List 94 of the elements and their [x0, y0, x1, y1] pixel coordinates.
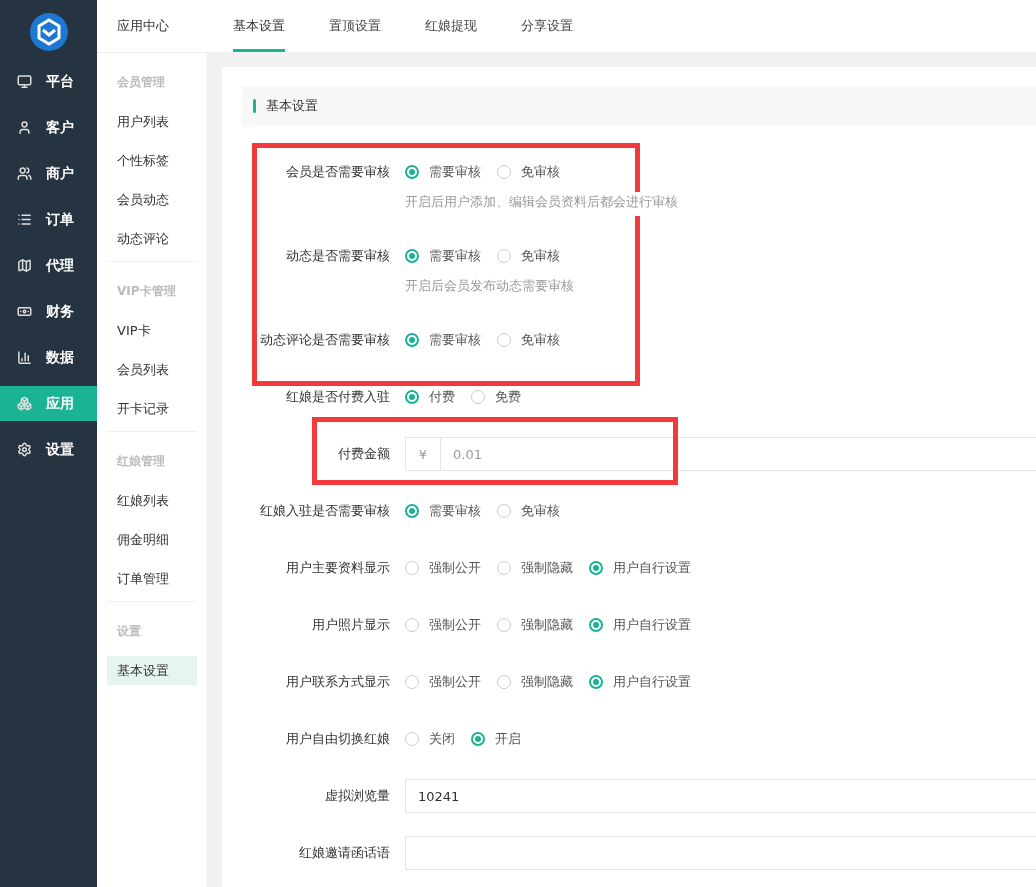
- section-heading: 会员管理: [116, 74, 166, 91]
- radio-option[interactable]: 强制公开: [405, 559, 481, 577]
- radio-circle[interactable]: [589, 675, 603, 689]
- subnav-item[interactable]: 个性标签: [107, 146, 197, 175]
- radio-option[interactable]: 强制隐藏: [497, 673, 573, 691]
- subnav-item[interactable]: 佣金明细: [107, 525, 197, 554]
- field-label: 红娘是否付费入驻: [285, 388, 391, 406]
- radio-circle[interactable]: [405, 333, 419, 347]
- logo-icon: [29, 13, 68, 51]
- subnav-item[interactable]: 开卡记录: [107, 394, 197, 423]
- sidebar-item[interactable]: 平台: [0, 64, 97, 99]
- radio-option[interactable]: 强制隐藏: [497, 559, 573, 577]
- radio-option[interactable]: 开启: [471, 730, 521, 748]
- field-label: 会员是否需要审核: [285, 163, 391, 181]
- list-icon: [17, 212, 32, 227]
- sidebar-item[interactable]: 客户: [0, 110, 97, 145]
- sidebar-label: 客户: [46, 118, 74, 137]
- sidebar-label: 商户: [46, 164, 74, 183]
- radio-option[interactable]: 免费: [471, 388, 521, 406]
- field-label: 用户主要资料显示: [285, 559, 391, 577]
- sidebar-label: 应用: [46, 394, 74, 413]
- sidebar-item[interactable]: 订单: [0, 202, 97, 237]
- subnav-item[interactable]: 红娘列表: [107, 486, 197, 515]
- text-field[interactable]: 0.01: [440, 437, 1036, 471]
- subnav-item[interactable]: 会员动态: [107, 185, 197, 214]
- monitor-icon: [17, 74, 32, 89]
- subnav-item[interactable]: VIP卡: [107, 316, 197, 345]
- sidebar-item[interactable]: 商户: [0, 156, 97, 191]
- settings-icon: [17, 442, 32, 457]
- user-icon: [17, 120, 32, 135]
- sidebar-label: 设置: [46, 440, 74, 459]
- banknote-icon: [17, 304, 32, 319]
- radio-option[interactable]: 需要审核: [405, 331, 481, 349]
- bar-chart-icon: [17, 350, 32, 365]
- radio-option[interactable]: 付费: [405, 388, 455, 406]
- section-heading: 红娘管理: [116, 453, 166, 470]
- radio-option[interactable]: 强制公开: [405, 673, 481, 691]
- field-label: 用户自由切换红娘: [285, 730, 391, 748]
- radio-option[interactable]: 免审核: [497, 247, 560, 265]
- radio-option[interactable]: 需要审核: [405, 247, 481, 265]
- sidebar-item[interactable]: 数据: [0, 340, 97, 375]
- sidebar-item[interactable]: 财务: [0, 294, 97, 329]
- section-heading: 设置: [115, 623, 142, 640]
- sidebar-label: 订单: [46, 210, 74, 229]
- field-label: 红娘邀请函话语: [298, 844, 391, 862]
- sidebar-item[interactable]: 设置: [0, 432, 97, 467]
- users-icon: [17, 166, 32, 181]
- radio-option[interactable]: 强制隐藏: [497, 616, 573, 634]
- radio-option[interactable]: 关闭: [405, 730, 455, 748]
- radio-option[interactable]: 免审核: [497, 502, 560, 520]
- field-label: 动态是否需要审核: [285, 247, 391, 265]
- text-field[interactable]: [405, 836, 1036, 870]
- radio-circle[interactable]: [405, 390, 419, 404]
- field-label: 付费金额: [337, 445, 391, 463]
- field-label: 红娘入驻是否需要审核: [259, 502, 391, 520]
- radio-option[interactable]: 需要审核: [405, 502, 481, 520]
- sidebar-label: 数据: [46, 348, 74, 367]
- subnav-item[interactable]: 动态评论: [107, 224, 197, 253]
- sidebar-label: 代理: [46, 256, 74, 275]
- radio-circle[interactable]: [589, 618, 603, 632]
- map-icon: [17, 258, 32, 273]
- radio-circle[interactable]: [405, 165, 419, 179]
- section-title: 基本设置: [266, 97, 318, 115]
- sidebar-label: 财务: [46, 302, 74, 321]
- field-label: 虚拟浏览量: [324, 787, 391, 805]
- radio-option[interactable]: 用户自行设置: [589, 616, 691, 634]
- field-label: 用户联系方式显示: [285, 673, 391, 691]
- tab[interactable]: 置顶设置: [329, 0, 381, 52]
- subnav-item[interactable]: 会员列表: [107, 355, 197, 384]
- accent-bar: [253, 99, 256, 113]
- subnav-item[interactable]: 基本设置: [107, 656, 197, 685]
- field-label: 动态评论是否需要审核: [259, 331, 391, 349]
- boxes-icon: [17, 396, 32, 411]
- radio-circle[interactable]: [471, 732, 485, 746]
- radio-circle[interactable]: [589, 561, 603, 575]
- subnav-item[interactable]: 订单管理: [107, 564, 197, 593]
- tab[interactable]: 分享设置: [521, 0, 573, 52]
- radio-option[interactable]: 强制公开: [405, 616, 481, 634]
- tab[interactable]: 基本设置: [233, 0, 285, 52]
- subnav-item[interactable]: 用户列表: [107, 107, 197, 136]
- radio-circle[interactable]: [405, 249, 419, 263]
- tab[interactable]: 红娘提现: [425, 0, 477, 52]
- radio-circle[interactable]: [405, 504, 419, 518]
- radio-option[interactable]: 需要审核: [405, 163, 481, 181]
- hint-text: 开启后用户添加、编辑会员资料后都会进行审核: [405, 192, 678, 216]
- radio-option[interactable]: 用户自行设置: [589, 673, 691, 691]
- field-label: 用户照片显示: [311, 616, 391, 634]
- radio-option[interactable]: 免审核: [497, 163, 560, 181]
- sidebar-label: 平台: [46, 72, 74, 91]
- text-field[interactable]: 10241: [405, 779, 1036, 813]
- radio-option[interactable]: 用户自行设置: [589, 559, 691, 577]
- radio-option[interactable]: 免审核: [497, 331, 560, 349]
- section-heading: VIP卡管理: [116, 283, 177, 300]
- sidebar-item[interactable]: 代理: [0, 248, 97, 283]
